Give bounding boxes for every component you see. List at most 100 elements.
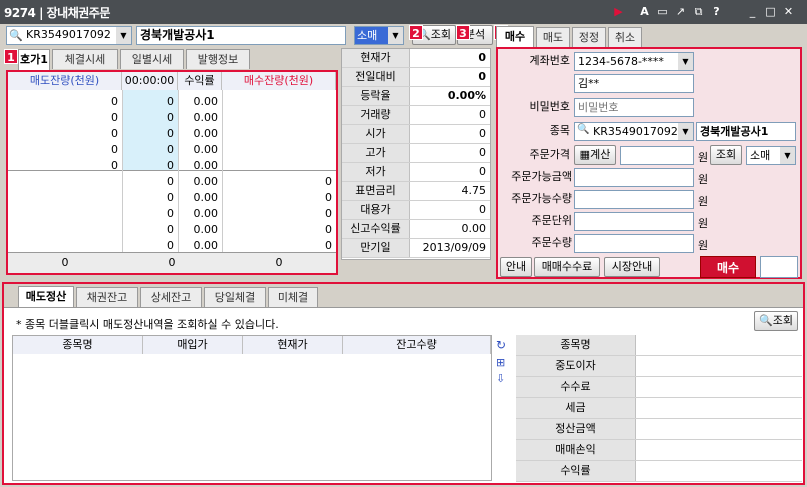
refresh-icon[interactable]: ↻ <box>496 338 506 352</box>
summary-row: 종목명 <box>516 335 802 356</box>
quote-label: 표면금리 <box>342 182 410 200</box>
tab-label: 체결시세 <box>64 53 106 66</box>
calc-button[interactable]: ▦계산 <box>574 145 616 165</box>
buy-cell: 0 <box>325 207 332 220</box>
col-current: 현재가 <box>243 336 343 354</box>
quote-value: 0 <box>479 127 486 140</box>
market-guide-label: 시장안내 <box>611 260 653 273</box>
order-panel: 계좌번호 1234-5678-**** ▼ 김** 비밀번호 종목 KR3549… <box>496 47 802 279</box>
search-icon: 🔍 <box>759 314 773 327</box>
avail-amt-label: 주문가능금액 <box>511 170 572 183</box>
market-guide-button[interactable]: 시장안내 <box>604 257 660 277</box>
chevron-down-icon[interactable]: ▼ <box>678 53 693 70</box>
type-value: 소매 <box>355 27 388 44</box>
tab-label: 매도정산 <box>25 290 67 303</box>
account-label: 계좌번호 <box>529 54 570 67</box>
price-input[interactable] <box>620 146 694 165</box>
quote-value: 2013/09/09 <box>422 241 486 254</box>
bottom-query-button[interactable]: 🔍조회 <box>754 311 798 331</box>
quote-label: 만기일 <box>342 239 410 257</box>
tab-trades[interactable]: 체결시세 <box>52 49 118 69</box>
account-value: 1234-5678-**** <box>578 55 664 68</box>
tab-unfilled[interactable]: 미체결 <box>268 287 318 307</box>
quote-label: 등락율 <box>342 87 410 105</box>
tab-modify[interactable]: 정정 <box>572 27 606 47</box>
play-icon[interactable]: ▶ <box>612 5 625 18</box>
close-icon[interactable]: ✕ <box>782 5 795 18</box>
buy-cell: 0.00 <box>193 223 219 236</box>
chevron-down-icon[interactable]: ▼ <box>780 147 795 164</box>
marker-1: 1 <box>4 49 18 64</box>
restore-icon[interactable]: ⧉ <box>692 5 705 18</box>
tab-label: 일별시세 <box>131 53 173 66</box>
buy-cell: 0.00 <box>193 175 219 188</box>
maximize-icon[interactable]: □ <box>764 5 777 18</box>
buy-cell: 0 <box>325 223 332 236</box>
quote-label: 현재가 <box>342 49 410 67</box>
price-label: 주문가격 <box>529 148 570 161</box>
pin-icon[interactable]: ↗ <box>674 5 687 18</box>
sell-cell: 0.00 <box>193 143 219 156</box>
guide-label: 안내 <box>505 260 527 273</box>
sell-cell: 0.00 <box>193 111 219 124</box>
code-select[interactable]: 🔍 KR3549017092 ▼ <box>6 26 132 45</box>
add-icon[interactable]: ⊞ <box>496 356 505 369</box>
tab-sell[interactable]: 매도 <box>536 27 570 47</box>
chevron-down-icon[interactable]: ▼ <box>388 27 403 44</box>
tab-issue-info[interactable]: 발행정보 <box>186 49 250 69</box>
qty-label: 주문수량 <box>531 236 572 249</box>
buy-cell: 0 <box>167 223 174 236</box>
sell-cell: 0.00 <box>193 127 219 140</box>
download-icon[interactable]: ⇩ <box>496 372 505 385</box>
won-label: 원 <box>698 195 709 208</box>
buy-label: 매수 <box>716 261 740 275</box>
balance-table: 종목명 매입가 현재가 잔고수량 <box>12 335 492 481</box>
quote-label: 신고수익률 <box>342 220 410 238</box>
chevron-down-icon[interactable]: ▼ <box>116 27 131 44</box>
tab-orderbook[interactable]: 호가1 <box>18 49 50 70</box>
guide-button[interactable]: 안내 <box>500 257 532 277</box>
tab-cancel[interactable]: 취소 <box>608 27 642 47</box>
type-select[interactable]: 소매 ▼ <box>354 26 404 45</box>
query-label: 조회 <box>772 314 793 327</box>
sell-cell: 0 <box>167 95 174 108</box>
quote-label: 대용가 <box>342 201 410 219</box>
stock-select[interactable]: KR3549017092 <box>574 122 694 141</box>
tab-label: 채권잔고 <box>86 291 128 304</box>
bottom-content: * 종목 더블클릭시 매도정산내역을 조회하실 수 있습니다. 🔍조회 종목명 … <box>4 307 803 483</box>
summary-label: 수익률 <box>516 461 636 481</box>
window-icon[interactable]: ▭ <box>656 5 669 18</box>
help-icon[interactable]: ? <box>710 5 723 18</box>
buy-qty-header: 매수잔량(천원) <box>222 72 336 90</box>
qty-input[interactable] <box>574 234 694 253</box>
tab-sell-settle[interactable]: 매도정산 <box>18 286 74 307</box>
sell-cell: 0 <box>167 127 174 140</box>
sell-cell: 0 <box>167 111 174 124</box>
account-select[interactable]: 1234-5678-**** <box>574 52 694 71</box>
tab-buy[interactable]: 매수 <box>496 26 534 47</box>
quote-value: 4.75 <box>461 184 487 197</box>
chevron-down-icon[interactable]: ▼ <box>678 123 693 140</box>
price-query-button[interactable]: 조회 <box>710 145 742 165</box>
tab-bond-balance[interactable]: 채권잔고 <box>76 287 138 307</box>
tab-label: 정정 <box>578 31 600 44</box>
tab-detail-balance[interactable]: 상세잔고 <box>140 287 202 307</box>
quote-row: 표면금리 4.75 <box>342 182 490 201</box>
font-icon[interactable]: A <box>638 5 651 18</box>
marker-3: 3 <box>456 25 470 40</box>
buy-cell: 0 <box>167 175 174 188</box>
buy-button[interactable]: 매수 <box>700 256 756 278</box>
password-label: 비밀번호 <box>529 100 570 113</box>
col-name: 종목명 <box>13 336 143 354</box>
minimize-icon[interactable]: _ <box>746 5 759 18</box>
tab-daily[interactable]: 일별시세 <box>120 49 184 69</box>
yield-header: 수익률 <box>178 72 222 90</box>
password-input[interactable] <box>574 98 694 117</box>
totals-row: 0 0 0 <box>8 252 336 273</box>
summary-table: 종목명 중도이자 수수료 세금 정산금액 매매손익 수익률 <box>516 335 802 482</box>
tab-today-trades[interactable]: 당일체결 <box>204 287 266 307</box>
buy-extra-input[interactable] <box>760 256 798 278</box>
tab-label: 발행정보 <box>197 53 239 66</box>
fee-button[interactable]: 매매수수료 <box>534 257 600 277</box>
buy-cell: 0.00 <box>193 191 219 204</box>
